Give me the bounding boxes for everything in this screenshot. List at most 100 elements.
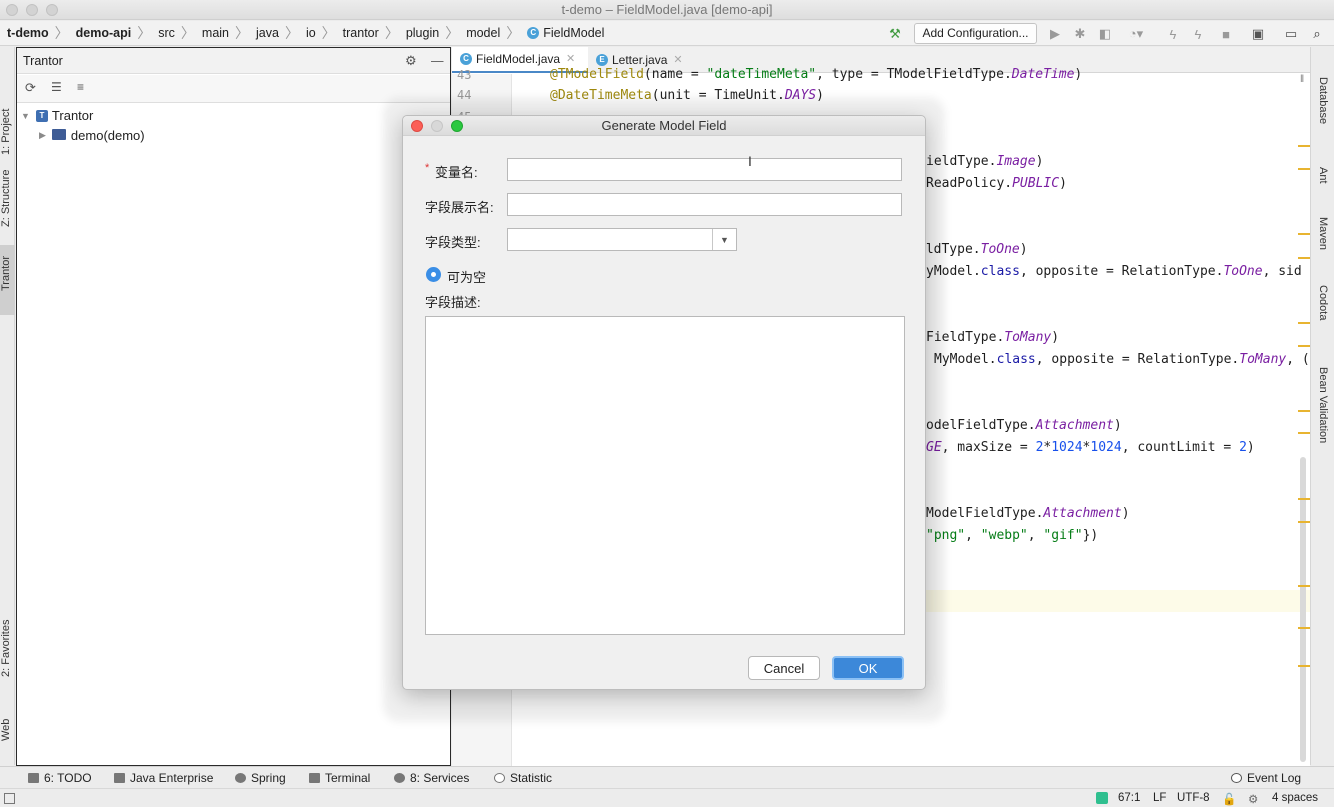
attach-icon[interactable]: ϟ	[1165, 25, 1181, 43]
debug-icon[interactable]: ✱	[1072, 25, 1088, 43]
zoom-window-icon[interactable]	[46, 4, 58, 16]
error-stripe-mark[interactable]	[1298, 521, 1310, 523]
minimize-dialog-icon	[431, 120, 443, 132]
breadcrumb-item[interactable]: main 〉	[195, 23, 249, 43]
cancel-button[interactable]: Cancel	[748, 656, 820, 680]
codota-status-icon[interactable]	[1096, 792, 1108, 804]
code-line: odelFieldType.Attachment)	[926, 418, 1122, 433]
refresh-icon[interactable]: ⟳	[25, 80, 36, 96]
tree-item-demo[interactable]: ▶ demo(demo)	[39, 128, 145, 143]
breadcrumb-label: model	[466, 26, 501, 40]
spring-tool-button[interactable]: Spring	[235, 771, 286, 785]
terminal-tool-button[interactable]: Terminal	[309, 771, 370, 785]
error-stripe-mark[interactable]	[1298, 627, 1310, 629]
right-tool-stripe: Database Ant Maven Codota Bean Validatio…	[1310, 47, 1334, 765]
breadcrumb-item[interactable]: model 〉	[459, 23, 520, 43]
var-name-input[interactable]	[507, 158, 902, 181]
breadcrumb-item[interactable]: io 〉	[299, 23, 336, 43]
codota-tool-tab[interactable]: Codota	[1317, 285, 1329, 320]
ok-button[interactable]: OK	[832, 656, 904, 680]
build-hammer-icon[interactable]: ⚒	[886, 25, 904, 43]
project-structure-icon[interactable]: ▣	[1250, 25, 1266, 43]
search-icon[interactable]: ⌕	[1309, 25, 1325, 43]
display-name-input[interactable]	[507, 193, 902, 216]
statistic-icon	[494, 773, 505, 783]
error-stripe-mark[interactable]	[1298, 257, 1310, 259]
error-stripe-mark[interactable]	[1298, 168, 1310, 170]
error-stripe-mark[interactable]	[1298, 322, 1310, 324]
profile-icon[interactable]: ◔▾	[1124, 25, 1148, 43]
expand-all-icon[interactable]: ☰	[51, 80, 62, 94]
editor-scrollbar[interactable]	[1300, 457, 1306, 762]
close-window-icon[interactable]	[6, 4, 18, 16]
error-stripe-mark[interactable]	[1298, 432, 1310, 434]
bean-validation-tool-tab[interactable]: Bean Validation	[1317, 367, 1329, 443]
close-dialog-icon[interactable]	[411, 120, 423, 132]
breadcrumb-item[interactable]: plugin 〉	[399, 23, 459, 43]
toggle-tool-windows-icon[interactable]	[4, 793, 15, 804]
coverage-icon[interactable]: ◧	[1097, 25, 1113, 43]
collapsed-arrow-icon[interactable]: ▶	[39, 130, 46, 141]
dialog-titlebar: Generate Model Field	[403, 116, 925, 136]
breadcrumb-item[interactable]: trantor 〉	[336, 23, 399, 43]
stop-icon-2[interactable]: ϟ	[1190, 25, 1206, 43]
tab-label: FieldModel.java	[476, 52, 561, 66]
enum-icon: E	[596, 54, 608, 66]
java-enterprise-icon	[114, 773, 125, 783]
panel-toolbar: ⟳ ☰ ≡	[17, 75, 450, 103]
favorites-tool-tab[interactable]: 2: Favorites	[0, 620, 12, 677]
window-title: t-demo – FieldModel.java [demo-api]	[561, 2, 773, 17]
java-enterprise-tool-button[interactable]: Java Enterprise	[114, 771, 213, 785]
nullable-radio[interactable]	[426, 267, 441, 282]
todo-tool-button[interactable]: 6: TODO	[28, 771, 92, 785]
services-tool-button[interactable]: 8: Services	[394, 771, 469, 785]
indent-setting[interactable]: 4 spaces	[1272, 792, 1318, 804]
breadcrumb-item[interactable]: C FieldModel	[520, 26, 604, 40]
tool-label: Statistic	[510, 771, 553, 785]
error-stripe-mark[interactable]	[1298, 585, 1310, 587]
line-separator[interactable]: LF	[1153, 792, 1166, 804]
web-tool-tab[interactable]: Web	[0, 719, 12, 741]
code-line: @TModelField(name = "dateTimeMeta", type…	[550, 67, 1083, 82]
file-encoding[interactable]: UTF-8	[1177, 792, 1210, 804]
breadcrumb-item[interactable]: src 〉	[151, 23, 195, 43]
breadcrumb-item[interactable]: demo-api 〉	[69, 23, 152, 43]
error-stripe-mark[interactable]	[1298, 665, 1310, 667]
stop-icon[interactable]: ■	[1218, 25, 1234, 43]
statistic-tool-button[interactable]: Statistic	[494, 771, 552, 785]
database-tool-tab[interactable]: Database	[1317, 77, 1329, 124]
gear-icon[interactable]: ⚙	[405, 48, 417, 74]
reader-mode-icon[interactable]: ‖	[1300, 74, 1304, 85]
event-log-tool-button[interactable]: Event Log	[1231, 771, 1301, 785]
error-stripe-mark[interactable]	[1298, 498, 1310, 500]
inspector-icon[interactable]: ⚙	[1248, 792, 1258, 806]
minimize-window-icon[interactable]	[26, 4, 38, 16]
error-stripe-mark[interactable]	[1298, 410, 1310, 412]
maven-tool-tab[interactable]: Maven	[1317, 217, 1329, 250]
run-icon[interactable]: ▶	[1047, 25, 1063, 43]
tree-item-label: Trantor	[51, 108, 94, 123]
description-textarea[interactable]	[425, 316, 905, 635]
breadcrumb-item[interactable]: t-demo 〉	[0, 23, 69, 43]
collapse-all-icon[interactable]: ≡	[77, 80, 84, 94]
add-configuration-button[interactable]: Add Configuration...	[914, 23, 1037, 44]
tool-label: Spring	[251, 771, 286, 785]
error-stripe-mark[interactable]	[1298, 345, 1310, 347]
ant-tool-tab[interactable]: Ant	[1317, 167, 1329, 184]
generate-model-field-dialog: Generate Model Field * 变量名: I 字段展示名: 字段类…	[402, 115, 926, 690]
structure-tool-tab[interactable]: Z: Structure	[0, 170, 12, 227]
lock-icon[interactable]: 🔓	[1222, 792, 1236, 806]
project-tool-tab[interactable]: 1: Project	[0, 109, 12, 155]
hide-panel-icon[interactable]: —	[431, 48, 444, 74]
breadcrumb-item[interactable]: java 〉	[249, 23, 299, 43]
zoom-dialog-icon[interactable]	[451, 120, 463, 132]
error-stripe-mark[interactable]	[1298, 145, 1310, 147]
tree-item-trantor[interactable]: ▼ T Trantor	[21, 108, 93, 123]
error-stripe-mark[interactable]	[1298, 233, 1310, 235]
trantor-tool-tab[interactable]: Trantor	[0, 256, 12, 291]
expanded-arrow-icon[interactable]: ▼	[21, 111, 30, 121]
chevron-down-icon[interactable]: ▼	[712, 229, 736, 250]
field-type-select[interactable]: ▼	[507, 228, 737, 251]
caret-position[interactable]: 67:1	[1118, 792, 1140, 804]
presentation-icon[interactable]: ▭	[1283, 25, 1299, 43]
